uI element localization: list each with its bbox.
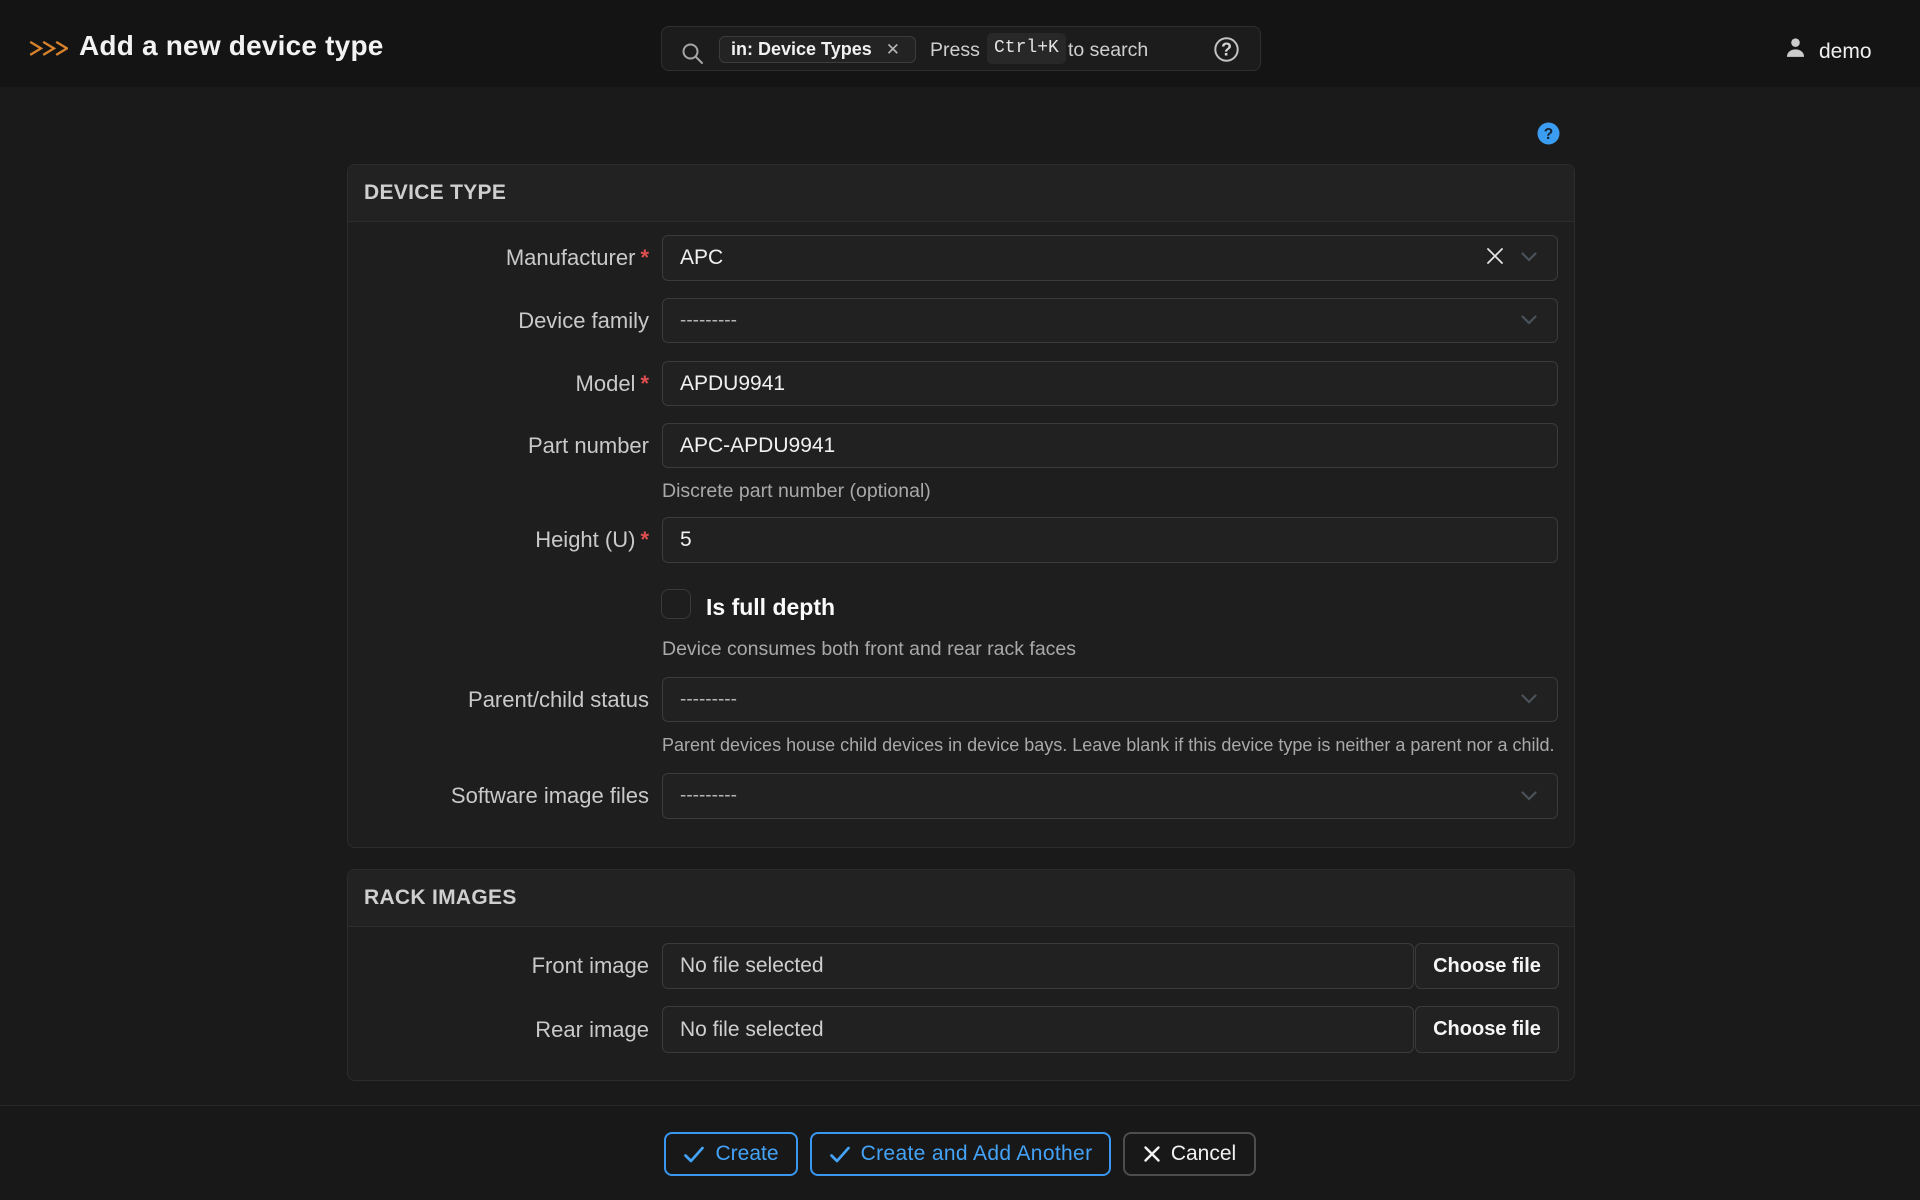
svg-text:?: ? bbox=[1544, 126, 1553, 143]
svg-text:?: ? bbox=[1221, 40, 1232, 60]
